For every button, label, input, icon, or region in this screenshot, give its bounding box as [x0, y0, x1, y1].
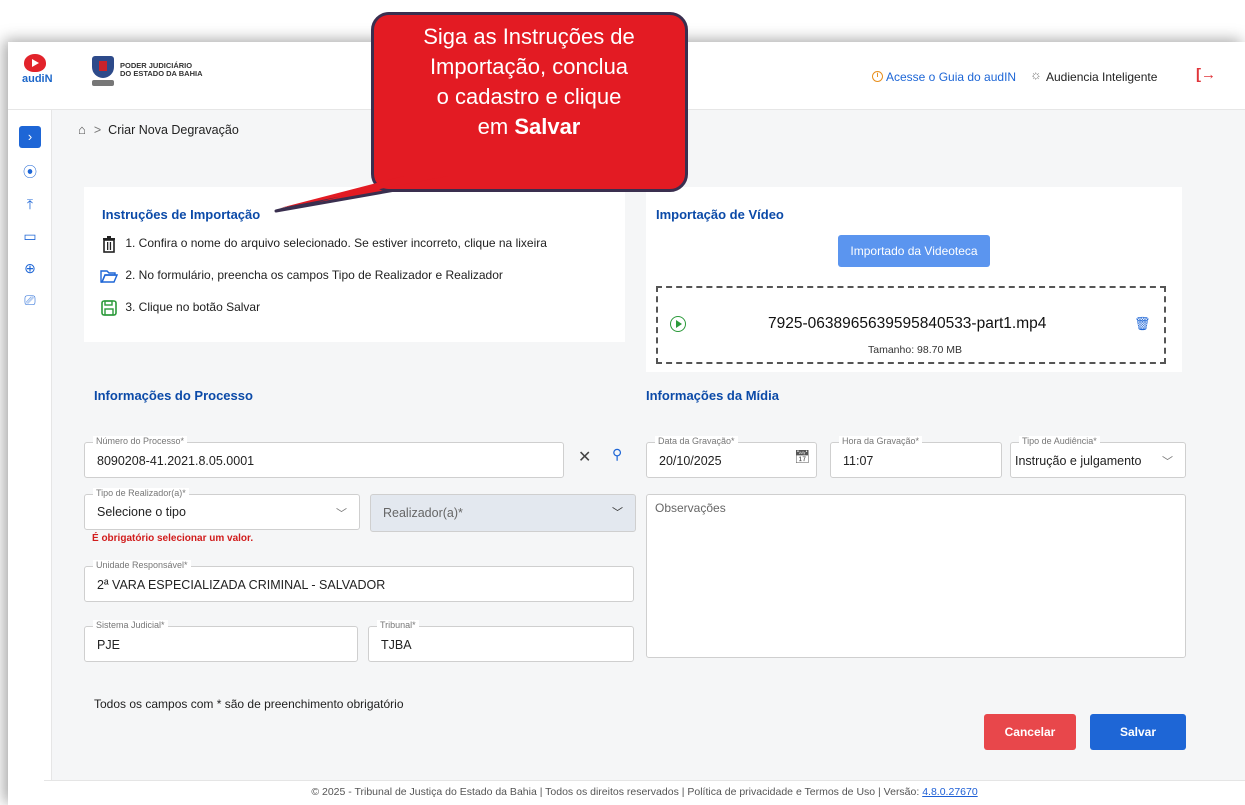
- hora-gravacao-value: 11:07: [843, 454, 874, 468]
- instruction-item-1: 1. Confira o nome do arquivo selecionado…: [100, 235, 547, 253]
- callout-line-4-bold: Salvar: [514, 114, 581, 139]
- footer-text: © 2025 - Tribunal de Justiça do Estado d…: [311, 786, 923, 798]
- plus-circle-icon[interactable]: ⊕: [20, 258, 40, 278]
- audiencia-inteligente-link[interactable]: Audiencia Inteligente: [1046, 70, 1157, 84]
- unidade-responsavel-value: 2ª VARA ESPECIALIZADA CRIMINAL - SALVADO…: [97, 578, 386, 592]
- tribunal-label: Tribunal*: [377, 620, 419, 630]
- audin-logo[interactable]: audiN: [22, 54, 53, 94]
- required-fields-note: Todos os campos com * são de preenchimen…: [94, 697, 404, 711]
- realizador-placeholder: Realizador(a)*: [383, 506, 463, 520]
- instruction-text-1: 1. Confira o nome do arquivo selecionado…: [125, 236, 547, 251]
- callout-line-2: Importação, conclua: [429, 54, 629, 79]
- data-gravacao-field[interactable]: Data da Gravação* 20/10/2025: [646, 436, 817, 478]
- observacoes-placeholder: Observações: [655, 501, 726, 515]
- unidade-responsavel-label: Unidade Responsável*: [93, 560, 191, 570]
- tipo-realizador-label: Tipo de Realizador(a)*: [93, 488, 189, 498]
- unidade-responsavel-field[interactable]: Unidade Responsável* 2ª VARA ESPECIALIZA…: [84, 560, 634, 602]
- callout-line-4: em Salvar: [384, 112, 674, 142]
- save-button[interactable]: Salvar: [1090, 714, 1186, 750]
- trash-icon: [103, 236, 115, 253]
- sun-icon: ☼: [1030, 67, 1042, 82]
- numero-processo-label: Número do Processo*: [93, 436, 188, 446]
- process-info-title: Informações do Processo: [94, 388, 253, 403]
- data-gravacao-label: Data da Gravação*: [655, 436, 738, 446]
- sistema-judicial-field[interactable]: Sistema Judicial* PJE: [84, 620, 358, 662]
- instruction-item-2: 2. No formulário, preencha os campos Tip…: [100, 267, 503, 285]
- search-icon[interactable]: ⚲: [612, 446, 622, 463]
- trash-icon[interactable]: 🗑: [1134, 316, 1151, 332]
- tipo-realizador-error: É obrigatório selecionar um valor.: [92, 533, 254, 544]
- instruction-item-3: 3. Clique no botão Salvar: [100, 299, 260, 317]
- file-size: Tamanho: 98.70 MB: [868, 344, 962, 356]
- cancel-button[interactable]: Cancelar: [984, 714, 1076, 750]
- tjba-crest-logo: [92, 56, 116, 88]
- chevron-down-icon: ﹀: [1162, 456, 1173, 468]
- tipo-audiencia-select[interactable]: Tipo de Audiência* Instrução e julgament…: [1010, 436, 1186, 478]
- sidebar-toggle-button[interactable]: ›: [19, 126, 41, 148]
- info-icon: i: [872, 71, 883, 82]
- footer: © 2025 - Tribunal de Justiça do Estado d…: [44, 780, 1245, 805]
- audin-logo-text: audiN: [22, 73, 53, 85]
- file-name: 7925-0638965639595840533-part1.mp4: [768, 315, 1047, 332]
- play-circle-icon[interactable]: ⦿: [20, 162, 40, 182]
- data-gravacao-value: 20/10/2025: [659, 454, 722, 468]
- tipo-audiencia-label: Tipo de Audiência*: [1019, 436, 1100, 446]
- folder-icon[interactable]: ▭: [20, 226, 40, 246]
- tribunal-value: TJBA: [381, 638, 412, 652]
- chevron-down-icon: ﹀: [336, 508, 347, 520]
- play-circle-icon[interactable]: [670, 316, 686, 332]
- video-import-title: Importação de Vídeo: [656, 207, 784, 222]
- save-icon: [101, 300, 117, 316]
- import-from-videoteca-button[interactable]: Importado da Videoteca: [838, 235, 990, 267]
- callout-text: Siga as Instruções de Importação, conclu…: [384, 22, 674, 142]
- folder-open-icon: [100, 270, 118, 283]
- sistema-judicial-label: Sistema Judicial*: [93, 620, 168, 630]
- instruction-text-2: 2. No formulário, preencha os campos Tip…: [125, 268, 503, 283]
- media-info-title: Informações da Mídia: [646, 388, 779, 403]
- instruction-text-3: 3. Clique no botão Salvar: [125, 300, 261, 315]
- callout-line-1: Siga as Instruções de: [423, 24, 635, 49]
- brand-line-2: DO ESTADO DA BAHIA: [120, 69, 203, 78]
- callout-line-3: o cadastro e clique: [436, 84, 622, 109]
- monitor-icon[interactable]: ⎚: [20, 290, 40, 310]
- tipo-realizador-select[interactable]: Tipo de Realizador(a)* Selecione o tipo …: [84, 488, 360, 530]
- home-icon[interactable]: ⌂: [78, 122, 86, 137]
- tipo-audiencia-value: Instrução e julgamento: [1015, 454, 1142, 468]
- breadcrumb: ⌂ > Criar Nova Degravação: [78, 122, 239, 137]
- clear-icon[interactable]: ✕: [578, 447, 591, 467]
- observacoes-textarea[interactable]: Observações: [646, 494, 1186, 658]
- guide-link[interactable]: Acesse o Guia do audIN: [886, 70, 1016, 84]
- callout-line-4-pre: em: [477, 114, 515, 139]
- instructions-card: Instruções de Importação 1. Confira o no…: [84, 187, 625, 342]
- instructions-title: Instruções de Importação: [102, 207, 261, 222]
- logout-icon[interactable]: [→: [1196, 66, 1216, 83]
- version-link[interactable]: 4.8.0.27670: [922, 786, 977, 798]
- numero-processo-field[interactable]: Número do Processo* 8090208-41.2021.8.05…: [84, 436, 564, 478]
- brand-text: PODER JUDICIÁRIO DO ESTADO DA BAHIA: [120, 62, 203, 78]
- tipo-realizador-value: Selecione o tipo: [97, 505, 186, 519]
- hora-gravacao-label: Hora da Gravação*: [839, 436, 923, 446]
- realizador-select[interactable]: Realizador(a)* ﹀: [370, 494, 636, 532]
- hora-gravacao-field[interactable]: Hora da Gravação* 11:07: [830, 436, 1002, 478]
- breadcrumb-separator: >: [93, 123, 102, 137]
- chevron-down-icon: ﹀: [612, 507, 623, 519]
- sistema-judicial-value: PJE: [97, 638, 120, 652]
- numero-processo-value: 8090208-41.2021.8.05.0001: [97, 454, 255, 468]
- breadcrumb-current: Criar Nova Degravação: [108, 123, 239, 137]
- upload-icon[interactable]: ⤒: [20, 194, 40, 214]
- audin-logo-icon: [24, 54, 46, 72]
- sidebar: [8, 110, 52, 805]
- calendar-icon[interactable]: 📅︎: [794, 449, 811, 465]
- tribunal-field[interactable]: Tribunal* TJBA: [368, 620, 634, 662]
